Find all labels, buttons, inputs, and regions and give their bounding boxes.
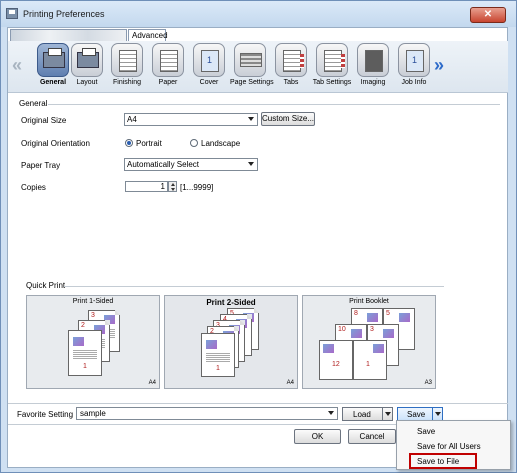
favorite-setting-value: sample	[80, 409, 106, 418]
paper-tray-label: Paper Tray	[21, 161, 61, 170]
category-imaging[interactable]: Imaging	[353, 43, 393, 91]
dialog-client-area	[7, 27, 508, 468]
quick-print-group-line	[64, 286, 444, 287]
original-size-value: A4	[127, 115, 137, 124]
landscape-label: Landscape	[201, 139, 241, 148]
original-orientation-label: Original Orientation	[21, 139, 90, 148]
print-1-sided-card[interactable]: Print 1-Sided 3 2 1 A4	[26, 295, 160, 389]
scroll-left-arrow-icon[interactable]: «	[12, 55, 22, 76]
load-menu-arrow-icon[interactable]	[382, 408, 392, 420]
print-booklet-card[interactable]: Print Booklet 8 5 10 3 12 1 A3	[302, 295, 436, 389]
quick-print-card-title: Print 2-Sided	[206, 298, 256, 307]
category-label: Paper	[158, 79, 178, 86]
load-button-label: Load	[353, 410, 371, 419]
page-thumbnail: 1	[201, 333, 235, 377]
portrait-radio[interactable]	[125, 139, 133, 147]
button-divider	[8, 424, 396, 425]
cover-icon	[193, 43, 225, 77]
scroll-right-arrow-icon[interactable]: »	[434, 55, 444, 76]
chevron-down-icon	[248, 117, 254, 121]
category-cover[interactable]: Cover	[189, 43, 229, 91]
copies-range: [1...9999]	[180, 183, 214, 192]
copies-stepper[interactable]	[168, 181, 177, 192]
category-label: Cover	[199, 79, 219, 86]
paper-icon	[152, 43, 184, 77]
menu-item-save-for-all-users[interactable]: Save for All Users	[417, 442, 481, 451]
category-icon-bar: « General Layout Finishing Paper Cover P…	[8, 41, 508, 93]
ok-button[interactable]: OK	[294, 429, 341, 444]
page-thumbnail: 1	[68, 330, 102, 376]
quick-print-card-title: Print 1-Sided	[72, 298, 114, 305]
category-page-settings[interactable]: Page Settings	[230, 43, 274, 91]
save-button-label: Save	[407, 410, 426, 419]
save-split-button[interactable]: Save	[397, 407, 443, 421]
imaging-icon	[357, 43, 389, 77]
category-label: Page Settings	[230, 79, 274, 86]
tab-main-blurred[interactable]	[10, 29, 127, 41]
category-finishing[interactable]: Finishing	[107, 43, 147, 91]
window-title: Printing Preferences	[23, 9, 105, 19]
favorite-divider	[8, 403, 508, 404]
quick-print-card-title: Print Booklet	[349, 298, 389, 305]
job-info-icon	[398, 43, 430, 77]
custom-size-button[interactable]: Custom Size...	[261, 112, 315, 126]
general-section-title: General	[19, 99, 48, 108]
portrait-label: Portrait	[136, 139, 162, 148]
close-button[interactable]: ✕	[470, 7, 506, 23]
title-bar: Printing Preferences ✕	[1, 1, 516, 27]
paper-size-label: A4	[148, 380, 156, 386]
category-label: Job Info	[401, 79, 427, 86]
layout-icon	[71, 43, 103, 77]
chevron-down-icon	[328, 411, 334, 415]
original-size-select[interactable]: A4	[124, 113, 258, 126]
paper-tray-select[interactable]: Automatically Select	[124, 158, 258, 171]
print-2-sided-card[interactable]: Print 2-Sided 5 4 3 2 1 A4	[164, 295, 298, 389]
chevron-down-icon	[248, 162, 254, 166]
category-paper[interactable]: Paper	[148, 43, 188, 91]
original-size-label: Original Size	[21, 116, 67, 125]
category-label: Layout	[76, 79, 98, 86]
paper-tray-value: Automatically Select	[127, 160, 200, 169]
paper-size-label: A4	[286, 380, 294, 386]
page-thumbnail: 12	[319, 340, 353, 380]
page-thumbnail: 1	[353, 340, 387, 380]
tab-advanced[interactable]: Advanced	[128, 29, 168, 41]
page-settings-icon	[234, 43, 266, 77]
category-label: Tabs	[283, 79, 299, 86]
category-label: Tab Settings	[312, 79, 352, 86]
favorite-setting-combo[interactable]: sample	[76, 407, 338, 420]
landscape-radio[interactable]	[190, 139, 198, 147]
copies-input[interactable]: 1	[125, 181, 168, 192]
finishing-icon	[111, 43, 143, 77]
copies-label: Copies	[21, 183, 46, 192]
general-group-line	[48, 104, 500, 105]
save-dropdown-menu: Save Save for All Users Save to File	[396, 420, 511, 470]
load-split-button[interactable]: Load	[342, 407, 393, 421]
category-layout[interactable]: Layout	[67, 43, 107, 91]
cancel-button[interactable]: Cancel	[348, 429, 396, 444]
save-menu-arrow-icon[interactable]	[432, 408, 442, 420]
tabs-icon	[275, 43, 307, 77]
menu-item-save[interactable]: Save	[417, 427, 435, 436]
category-job-info[interactable]: Job Info	[394, 43, 434, 91]
printer-icon	[37, 43, 69, 77]
favorite-setting-label: Favorite Setting	[17, 410, 74, 419]
category-tabs[interactable]: Tabs	[271, 43, 311, 91]
category-tab-settings[interactable]: Tab Settings	[312, 43, 352, 91]
save-to-file-highlight	[409, 453, 477, 469]
category-label: Finishing	[112, 79, 141, 86]
quick-print-panel: Print 1-Sided 3 2 1 A4 Print 2-Sided 5 4…	[22, 289, 443, 389]
paper-size-label: A3	[424, 380, 432, 386]
tab-settings-icon	[316, 43, 348, 77]
printer-app-icon	[6, 8, 18, 19]
category-label: Imaging	[360, 79, 386, 86]
